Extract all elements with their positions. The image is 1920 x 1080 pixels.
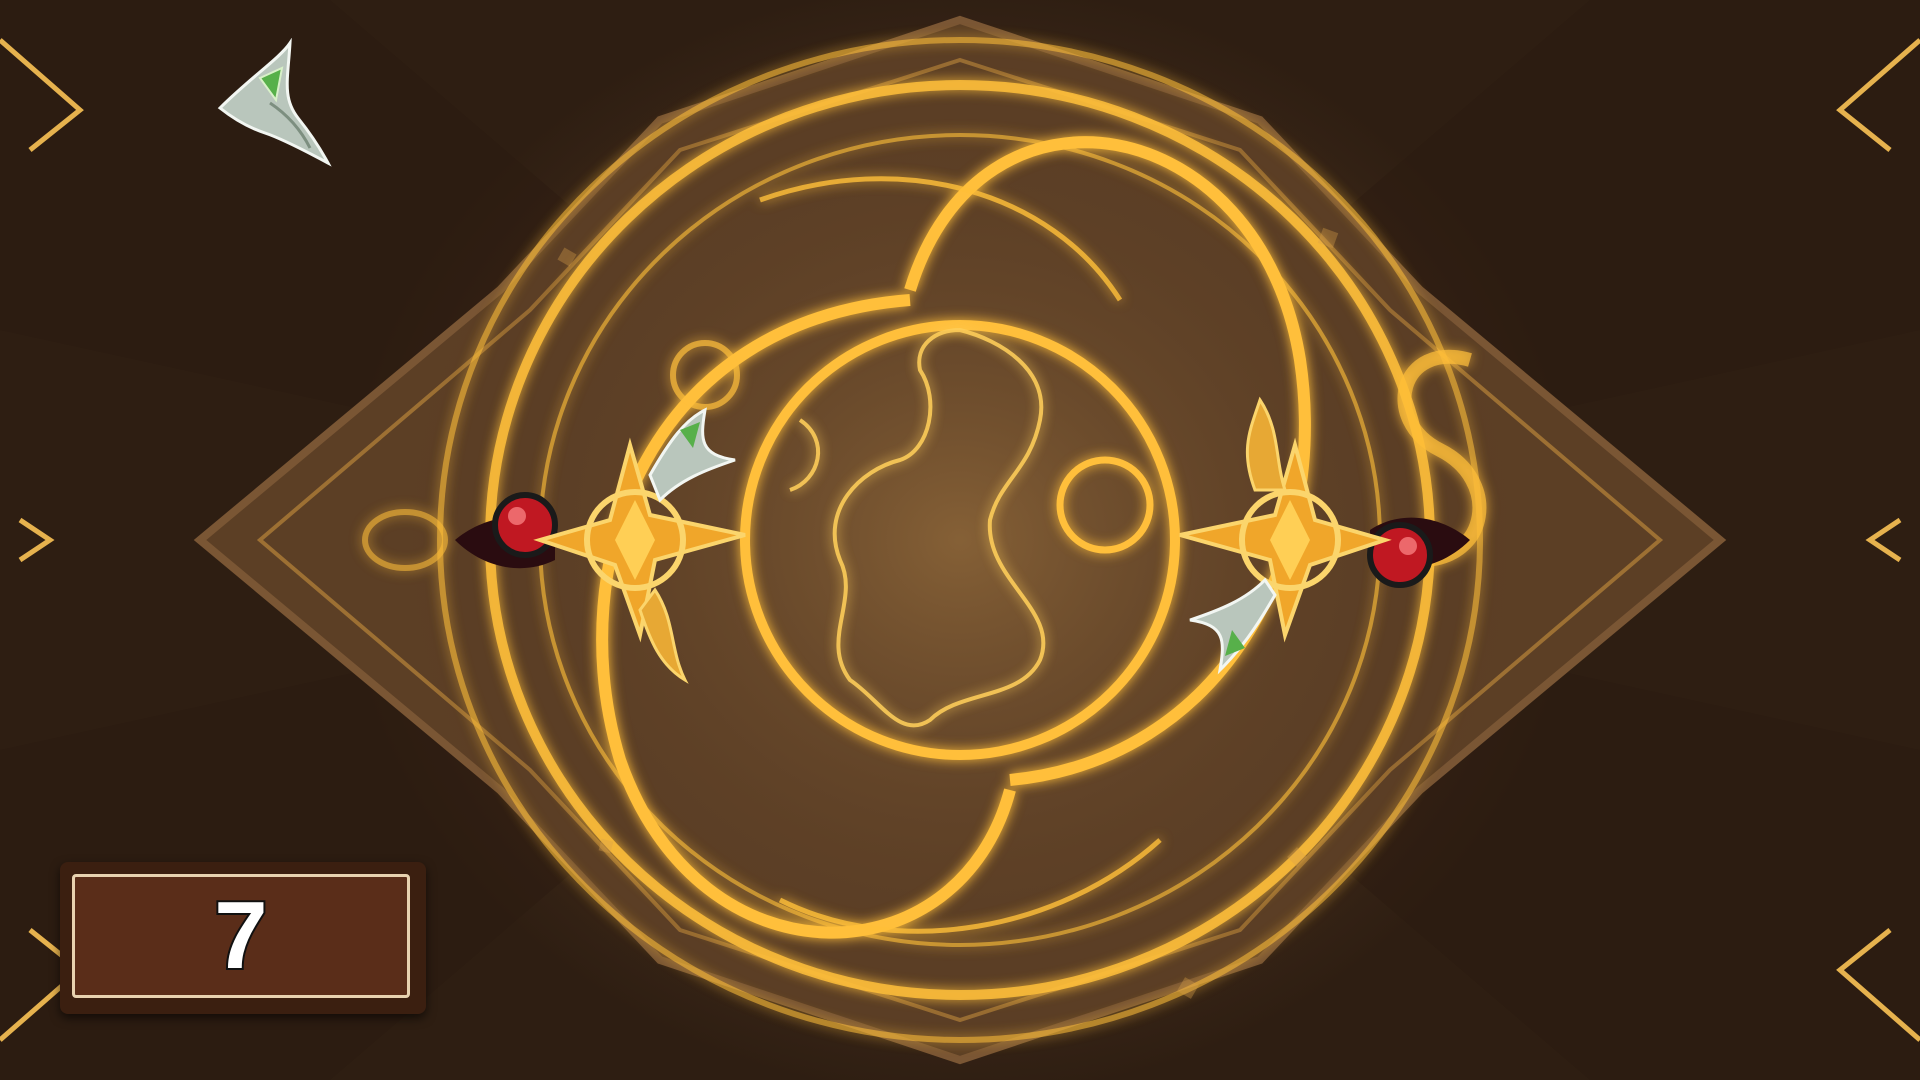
left-star-emblem-piece[interactable] <box>455 390 765 690</box>
counter-value: 7 <box>212 882 269 989</box>
counter-panel: 7 <box>60 862 426 1014</box>
counter-frame: 7 <box>72 874 410 998</box>
game-board: 7 <box>0 0 1920 1080</box>
leaf-gem-icon <box>217 38 332 167</box>
right-star-emblem-piece[interactable] <box>1160 390 1470 690</box>
